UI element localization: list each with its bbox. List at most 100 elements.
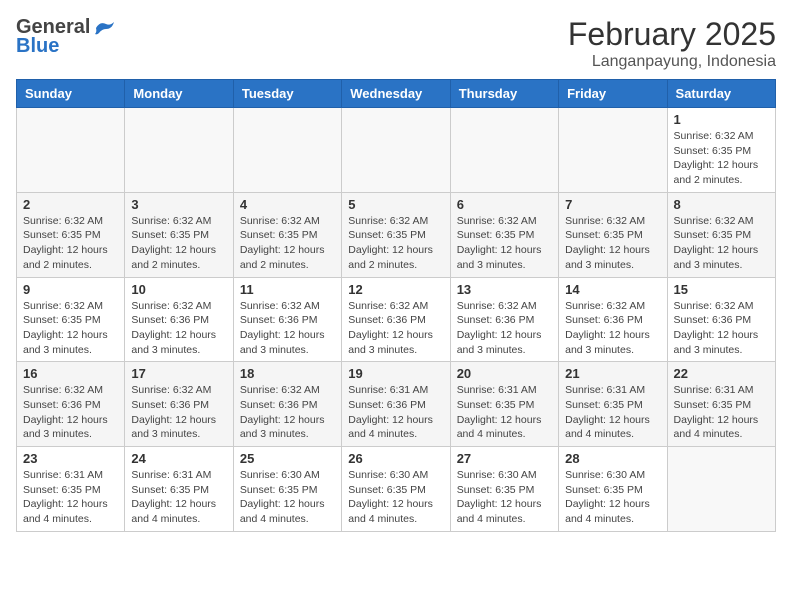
calendar-day-cell: 5 Sunrise: 6:32 AMSunset: 6:35 PMDaylight… [342,192,450,277]
calendar-day-cell: 21 Sunrise: 6:31 AMSunset: 6:35 PMDayligh… [559,362,667,447]
calendar-day-cell: 17Sunrise: 6:32 AMSunset: 6:36 PMDayligh… [125,362,233,447]
calendar-day-cell: 13 Sunrise: 6:32 AMSunset: 6:36 PMDayligh… [450,277,558,362]
calendar-day-cell: 8 Sunrise: 6:32 AMSunset: 6:35 PMDaylight… [667,192,775,277]
calendar-day-cell: 19 Sunrise: 6:31 AMSunset: 6:36 PMDayligh… [342,362,450,447]
calendar-day-cell [233,108,341,193]
day-number: 19 [348,366,443,381]
col-wednesday: Wednesday [342,80,450,108]
day-number: 12 [348,282,443,297]
day-number: 5 [348,197,443,212]
day-info: Sunrise: 6:32 AMSunset: 6:35 PMDaylight:… [457,214,552,273]
calendar-day-cell: 1 Sunrise: 6:32 AMSunset: 6:35 PMDaylight… [667,108,775,193]
col-thursday: Thursday [450,80,558,108]
day-info: Sunrise: 6:32 AMSunset: 6:36 PMDaylight:… [240,299,335,358]
title-area: February 2025 Langanpayung, Indonesia [568,16,776,71]
day-number: 17 [131,366,226,381]
day-info: Sunrise: 6:32 AMSunset: 6:36 PMDaylight:… [348,299,443,358]
calendar-day-cell: 26 Sunrise: 6:30 AMSunset: 6:35 PMDayligh… [342,447,450,532]
day-info: Sunrise: 6:32 AMSunset: 6:36 PMDaylight:… [131,299,226,358]
day-number: 8 [674,197,769,212]
calendar-day-cell [17,108,125,193]
day-info: Sunrise: 6:30 AMSunset: 6:35 PMDaylight:… [348,468,443,527]
calendar-day-cell: 23 Sunrise: 6:31 AMSunset: 6:35 PMDayligh… [17,447,125,532]
logo: General Blue [16,16,116,58]
day-number: 10 [131,282,226,297]
calendar-day-cell: 25 Sunrise: 6:30 AMSunset: 6:35 PMDayligh… [233,447,341,532]
calendar-day-cell [450,108,558,193]
day-number: 7 [565,197,660,212]
day-number: 27 [457,451,552,466]
day-info: Sunrise: 6:31 AMSunset: 6:35 PMDaylight:… [23,468,118,527]
month-year-title: February 2025 [568,16,776,53]
day-number: 20 [457,366,552,381]
calendar-day-cell: 14 Sunrise: 6:32 AMSunset: 6:36 PMDayligh… [559,277,667,362]
day-info: Sunrise: 6:30 AMSunset: 6:35 PMDaylight:… [565,468,660,527]
day-number: 15 [674,282,769,297]
calendar-day-cell: 9 Sunrise: 6:32 AMSunset: 6:35 PMDaylight… [17,277,125,362]
calendar-table: Sunday Monday Tuesday Wednesday Thursday… [16,79,776,532]
day-number: 23 [23,451,118,466]
day-number: 14 [565,282,660,297]
day-number: 21 [565,366,660,381]
day-number: 16 [23,366,118,381]
day-info: Sunrise: 6:32 AMSunset: 6:36 PMDaylight:… [457,299,552,358]
col-tuesday: Tuesday [233,80,341,108]
day-number: 28 [565,451,660,466]
calendar-day-cell [667,447,775,532]
day-number: 9 [23,282,118,297]
day-info: Sunrise: 6:32 AMSunset: 6:35 PMDaylight:… [348,214,443,273]
day-number: 18 [240,366,335,381]
day-number: 26 [348,451,443,466]
day-info: Sunrise: 6:31 AMSunset: 6:35 PMDaylight:… [457,383,552,442]
day-number: 1 [674,112,769,127]
day-info: Sunrise: 6:32 AMSunset: 6:35 PMDaylight:… [23,214,118,273]
calendar-day-cell: 10 Sunrise: 6:32 AMSunset: 6:36 PMDayligh… [125,277,233,362]
calendar-week-row: 2 Sunrise: 6:32 AMSunset: 6:35 PMDaylight… [17,192,776,277]
calendar-day-cell: 12 Sunrise: 6:32 AMSunset: 6:36 PMDayligh… [342,277,450,362]
calendar-day-cell: 27 Sunrise: 6:30 AMSunset: 6:35 PMDayligh… [450,447,558,532]
calendar-day-cell: 6 Sunrise: 6:32 AMSunset: 6:35 PMDaylight… [450,192,558,277]
calendar-day-cell: 15 Sunrise: 6:32 AMSunset: 6:36 PMDayligh… [667,277,775,362]
day-info: Sunrise: 6:32 AMSunset: 6:35 PMDaylight:… [240,214,335,273]
calendar-day-cell: 20 Sunrise: 6:31 AMSunset: 6:35 PMDayligh… [450,362,558,447]
day-info: Sunrise: 6:32 AMSunset: 6:35 PMDaylight:… [23,299,118,358]
calendar-week-row: 23 Sunrise: 6:31 AMSunset: 6:35 PMDayligh… [17,447,776,532]
calendar-day-cell: 18 Sunrise: 6:32 AMSunset: 6:36 PMDayligh… [233,362,341,447]
day-info: Sunrise: 6:31 AMSunset: 6:36 PMDaylight:… [348,383,443,442]
day-info: Sunrise: 6:32 AMSunset: 6:35 PMDaylight:… [565,214,660,273]
calendar-week-row: 1 Sunrise: 6:32 AMSunset: 6:35 PMDaylight… [17,108,776,193]
calendar-day-cell: 16Sunrise: 6:32 AMSunset: 6:36 PMDayligh… [17,362,125,447]
day-info: Sunrise: 6:30 AMSunset: 6:35 PMDaylight:… [457,468,552,527]
day-info: Sunrise: 6:32 AMSunset: 6:36 PMDaylight:… [240,383,335,442]
calendar-day-cell: 22 Sunrise: 6:31 AMSunset: 6:35 PMDayligh… [667,362,775,447]
day-number: 2 [23,197,118,212]
calendar-week-row: 9 Sunrise: 6:32 AMSunset: 6:35 PMDaylight… [17,277,776,362]
day-number: 4 [240,197,335,212]
calendar-day-cell: 24Sunrise: 6:31 AMSunset: 6:35 PMDayligh… [125,447,233,532]
calendar-day-cell [559,108,667,193]
col-sunday: Sunday [17,80,125,108]
page-header: General Blue February 2025 Langanpayung,… [16,16,776,71]
day-number: 25 [240,451,335,466]
day-number: 22 [674,366,769,381]
col-friday: Friday [559,80,667,108]
day-info: Sunrise: 6:32 AMSunset: 6:35 PMDaylight:… [131,214,226,273]
day-info: Sunrise: 6:32 AMSunset: 6:35 PMDaylight:… [674,129,769,188]
calendar-day-cell [125,108,233,193]
day-number: 13 [457,282,552,297]
day-info: Sunrise: 6:30 AMSunset: 6:35 PMDaylight:… [240,468,335,527]
calendar-day-cell: 11 Sunrise: 6:32 AMSunset: 6:36 PMDayligh… [233,277,341,362]
col-monday: Monday [125,80,233,108]
day-info: Sunrise: 6:31 AMSunset: 6:35 PMDaylight:… [565,383,660,442]
day-info: Sunrise: 6:32 AMSunset: 6:36 PMDaylight:… [565,299,660,358]
day-number: 6 [457,197,552,212]
calendar-day-cell: 3 Sunrise: 6:32 AMSunset: 6:35 PMDaylight… [125,192,233,277]
day-number: 11 [240,282,335,297]
calendar-week-row: 16 Sunrise: 6:32 AMSunset: 6:36 PMDayligh… [17,362,776,447]
calendar-day-cell: 4 Sunrise: 6:32 AMSunset: 6:35 PMDaylight… [233,192,341,277]
day-info: Sunrise: 6:31 AMSunset: 6:35 PMDaylight:… [674,383,769,442]
day-number: 3 [131,197,226,212]
day-info: Sunrise: 6:32 AMSunset: 6:35 PMDaylight:… [674,214,769,273]
day-info: Sunrise: 6:31 AMSunset: 6:35 PMDaylight:… [131,468,226,527]
day-info: Sunrise: 6:32 AMSunset: 6:36 PMDaylight:… [674,299,769,358]
